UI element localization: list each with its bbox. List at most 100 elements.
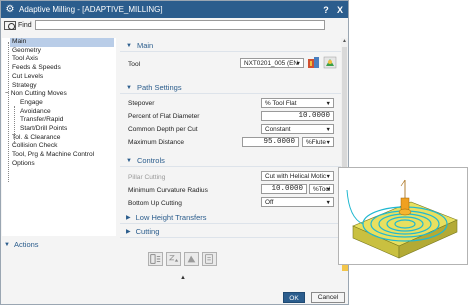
actions-header[interactable]: ▼ Actions [2,240,39,249]
nav-item-label: Options [12,159,35,167]
toolpath-preview [338,167,468,265]
display-tool-icon[interactable] [323,56,337,69]
expand-arrow-icon: ▶ [126,215,131,221]
nav-item-options[interactable]: Options [12,160,35,169]
tool-label: Tool [128,61,141,68]
collapse-arrow-icon: ▼ [126,157,132,164]
find-icon [4,20,16,30]
toolpath-preview-graphic [346,179,458,259]
nav-item-non-cutting-moves[interactable]: − Non Cutting Moves [5,90,67,99]
common-depth-select[interactable]: Constant ▼ [261,124,334,134]
nav-item-label: Feeds & Speeds [12,64,61,72]
edit-tool-icon[interactable] [307,56,321,69]
nav-item-label: Geometry [12,46,41,54]
nav-item-label: Collision Check [12,142,58,150]
nav-item-start-drill-points[interactable]: Start/Drill Points [20,125,67,134]
chevron-down-icon: ▼ [295,61,301,67]
stepover-select[interactable]: % Tool Flat ▼ [261,98,334,108]
min-curvature-unit-select[interactable]: %Tool ▼ [309,184,334,194]
find-bar: Find [0,18,347,32]
collapse-icon[interactable]: − [5,90,9,97]
section-path-settings-header[interactable]: ▼ Path Settings [120,82,341,94]
common-depth-label: Common Depth per Cut [128,126,198,133]
ok-button[interactable]: OK [283,292,305,303]
navigation-tree: Main Geometry Tool Axis Feeds & Speeds C… [2,38,116,236]
chevron-down-icon: ▼ [325,101,331,107]
pillar-cutting-select[interactable]: Cut with Helical Motic ▼ [261,171,334,181]
nav-item-strategy[interactable]: Strategy [12,82,37,91]
max-distance-unit-select[interactable]: %Flute ▼ [302,137,334,147]
collapse-arrow-icon: ▼ [126,84,132,91]
section-low-height-header[interactable]: ▶ Low Height Transfers [120,212,341,224]
bottom-up-label: Bottom Up Cutting [128,200,182,207]
nav-item-label: Tool Axis [12,55,39,63]
find-label: Find [18,21,32,29]
find-input[interactable] [34,20,325,30]
section-title: Low Height Transfers [135,213,207,222]
close-button[interactable]: X [336,5,344,15]
min-curvature-input[interactable]: 10.0000 [261,184,307,194]
nav-item-feeds-speeds[interactable]: Feeds & Speeds [12,64,61,73]
nav-item-label: Tool, Prg & Machine Control [12,151,95,159]
percent-flat-diameter-label: Percent of Flat Diameter [128,113,200,120]
nav-item-tol-clearance[interactable]: Tol. & Clearance [12,134,60,143]
nav-item-label: Transfer/Rapid [20,116,64,124]
chevron-down-icon: ▼ [325,200,331,206]
verify-icon[interactable] [184,252,199,266]
nav-item-main[interactable]: Main [10,38,114,47]
title-bar[interactable]: ⚙ Adaptive Milling - [ADAPTIVE_MILLING] … [1,1,348,18]
section-main-header[interactable]: ▼ Main [120,40,341,52]
section-controls-header[interactable]: ▼ Controls [120,155,341,167]
nav-item-engage[interactable]: Engage [20,99,43,108]
chevron-down-icon: ▼ [325,127,331,133]
unit-value: %Flute [306,138,326,146]
chevron-down-icon: ▼ [325,174,331,180]
cancel-button[interactable]: Cancel [311,292,345,303]
section-title: Cutting [135,227,160,236]
nav-item-label: Start/Drill Points [20,125,68,132]
section-title: Controls [136,156,165,165]
nav-item-label: Main [12,38,27,45]
scroll-up-icon[interactable]: ▲ [341,38,348,46]
tool-select[interactable]: NXT0201_005 (EN ▼ [240,58,304,68]
nav-item-transfer-rapid[interactable]: Transfer/Rapid [20,116,63,125]
section-cutting-header[interactable]: ▶ Cutting [120,226,341,238]
nav-item-label: Non Cutting Moves [10,90,67,98]
nav-item-label: Engage [20,98,43,106]
settings-panel: ▼ Main Tool NXT0201_005 (EN ▼ ▼ Path Set… [120,38,341,239]
nav-item-collision-check[interactable]: Collision Check [12,142,57,151]
nav-item-tool-prg-machine[interactable]: Tool, Prg & Machine Control [12,151,94,160]
pillar-cutting-label: Pillar Cutting [128,174,166,181]
max-distance-input[interactable]: 95.0000 [242,137,299,147]
replay-icon[interactable] [166,252,181,266]
collapse-arrow-icon: ▼ [126,42,132,49]
bottom-up-select[interactable]: Off ▼ [261,197,334,207]
nav-item-label: Avoidance [20,107,51,115]
generate-icon[interactable] [148,252,163,266]
common-depth-value: Constant [265,125,291,133]
list-icon[interactable] [202,252,217,266]
nav-item-label: Cut Levels [12,72,44,80]
expand-arrow-icon: ▶ [126,229,131,235]
bottom-up-value: Off [265,198,274,206]
tree-connector [8,42,9,182]
help-button[interactable]: ? [322,5,330,15]
tool-select-value: NXT0201_005 (EN [244,59,298,67]
min-curvature-label: Minimum Curvature Radius [128,187,208,194]
stepover-label: Stepover [128,100,155,107]
nav-item-label: Strategy [12,81,37,89]
section-title: Path Settings [136,83,182,92]
percent-flat-diameter-input[interactable]: 10.0000 [261,111,334,121]
max-distance-label: Maximum Distance [128,139,185,146]
nav-item-geometry[interactable]: Geometry [12,47,41,56]
nav-item-cut-levels[interactable]: Cut Levels [12,73,43,82]
section-title: Main [136,41,154,50]
expand-up-icon[interactable]: ▲ [180,275,186,281]
actions-title: Actions [13,240,39,249]
nav-item-avoidance[interactable]: Avoidance [20,108,51,117]
chevron-down-icon: ▼ [325,140,331,146]
collapse-arrow-icon: ▼ [4,241,10,248]
chevron-down-icon: ▼ [325,187,331,193]
gear-icon: ⚙ [5,3,15,15]
nav-item-tool-axis[interactable]: Tool Axis [12,55,38,64]
